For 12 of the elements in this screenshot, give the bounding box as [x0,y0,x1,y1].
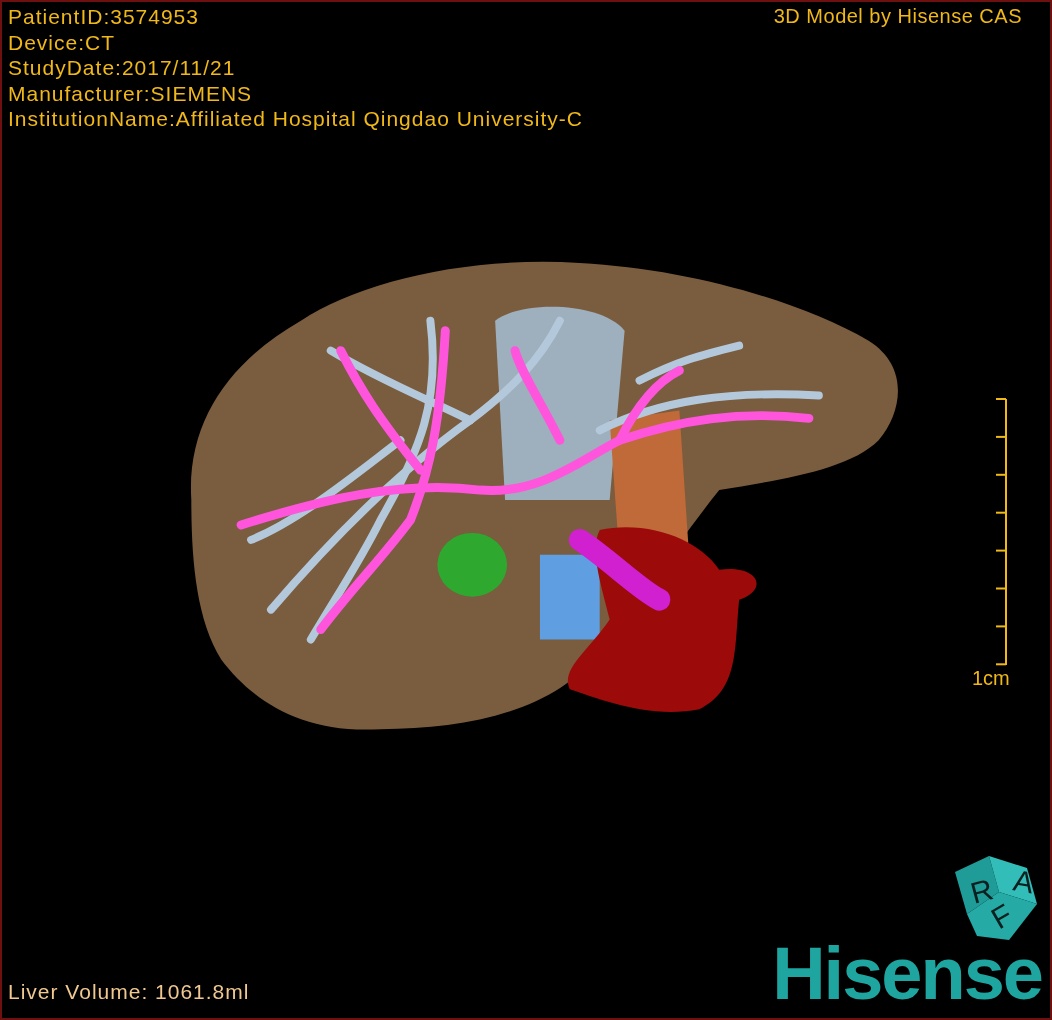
study-info-text: Manufacturer:SIEMENS [8,80,253,106]
study-info-text: InstitutionName:Affiliated Hospital Qingdao University-C [8,106,583,132]
logo-text: Hisense [772,937,1042,1011]
cube-face-letter: A [1010,863,1037,900]
model-credit-text: 3D Model by Hisense CAS [773,5,1022,28]
scale-label: 1cm [972,667,1010,690]
study-info-text: Device:CT [8,29,116,55]
liver-volume-text: Liver Volume: 1061.8ml [8,980,250,1004]
viewer-canvas[interactable]: PatientID:3574953 Device:CT StudyDate:2017/11/21 Manufacturer:SIEMENS InstitutionName:Affiliated Hospital Qingdao University-C 3D Model by Hisense CAS 1cm R A F Liver Volume: 1061.8ml Hisense [0,0,1052,1020]
study-info-text: StudyDate:2017/11/21 [8,55,236,81]
study-info-text: PatientID:3574953 [8,4,199,30]
orientation-cube-drawing[interactable] [955,856,1037,940]
